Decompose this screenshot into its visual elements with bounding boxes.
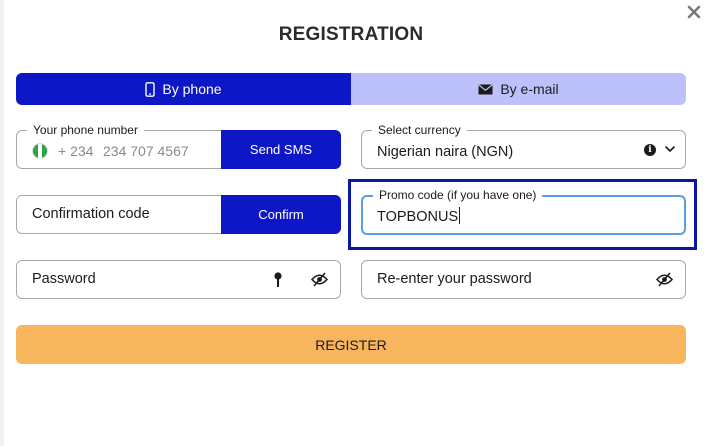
register-button[interactable]: REGISTER	[16, 325, 686, 364]
promo-code-field[interactable]: Promo code (if you have one) TOPBONUS	[361, 188, 686, 235]
confirm-button[interactable]: Confirm	[221, 195, 341, 234]
tab-by-phone[interactable]: By phone	[16, 73, 351, 105]
password-placeholder: Password	[32, 271, 96, 287]
phone-icon	[145, 81, 156, 97]
repeat-password-field[interactable]: Re-enter your password	[361, 260, 686, 299]
envelope-icon	[478, 83, 493, 94]
password-field[interactable]: Password	[16, 260, 341, 299]
eye-off-icon[interactable]	[656, 272, 673, 287]
info-icon[interactable]: i	[644, 144, 656, 156]
nigeria-flag-icon[interactable]	[32, 143, 48, 159]
country-code-prefix: + 234	[58, 143, 94, 159]
tab-by-email-label: By e-mail	[500, 81, 559, 97]
promo-code-label: Promo code (if you have one)	[373, 188, 543, 202]
registration-method-tabs: By phone By e-mail	[16, 73, 686, 105]
phone-field: Your phone number + 234 Send SMS	[16, 123, 341, 169]
promo-code-value[interactable]: TOPBONUS	[377, 206, 461, 228]
page-edge	[0, 0, 4, 446]
currency-value: Nigerian naira (NGN)	[377, 144, 514, 160]
eye-off-icon[interactable]	[311, 272, 328, 287]
chevron-down-icon[interactable]	[664, 143, 676, 155]
key-icon[interactable]	[273, 272, 283, 288]
close-icon[interactable]	[687, 5, 701, 19]
repeat-password-placeholder: Re-enter your password	[377, 271, 532, 287]
tab-by-email[interactable]: By e-mail	[351, 73, 686, 105]
phone-field-label: Your phone number	[27, 123, 144, 137]
tab-by-phone-label: By phone	[162, 81, 222, 97]
send-sms-button[interactable]: Send SMS	[221, 130, 341, 169]
phone-number-input[interactable]	[103, 141, 221, 161]
close-button[interactable]	[680, 0, 708, 24]
confirmation-code-placeholder: Confirmation code	[32, 206, 150, 222]
promo-code-text: TOPBONUS	[377, 209, 459, 225]
confirmation-code-field[interactable]: Confirmation code Confirm	[16, 195, 341, 234]
currency-field-label: Select currency	[372, 123, 467, 137]
currency-select[interactable]: Select currency Nigerian naira (NGN) i	[361, 123, 686, 169]
dialog-title: REGISTRATION	[278, 24, 424, 45]
text-cursor	[459, 207, 461, 224]
